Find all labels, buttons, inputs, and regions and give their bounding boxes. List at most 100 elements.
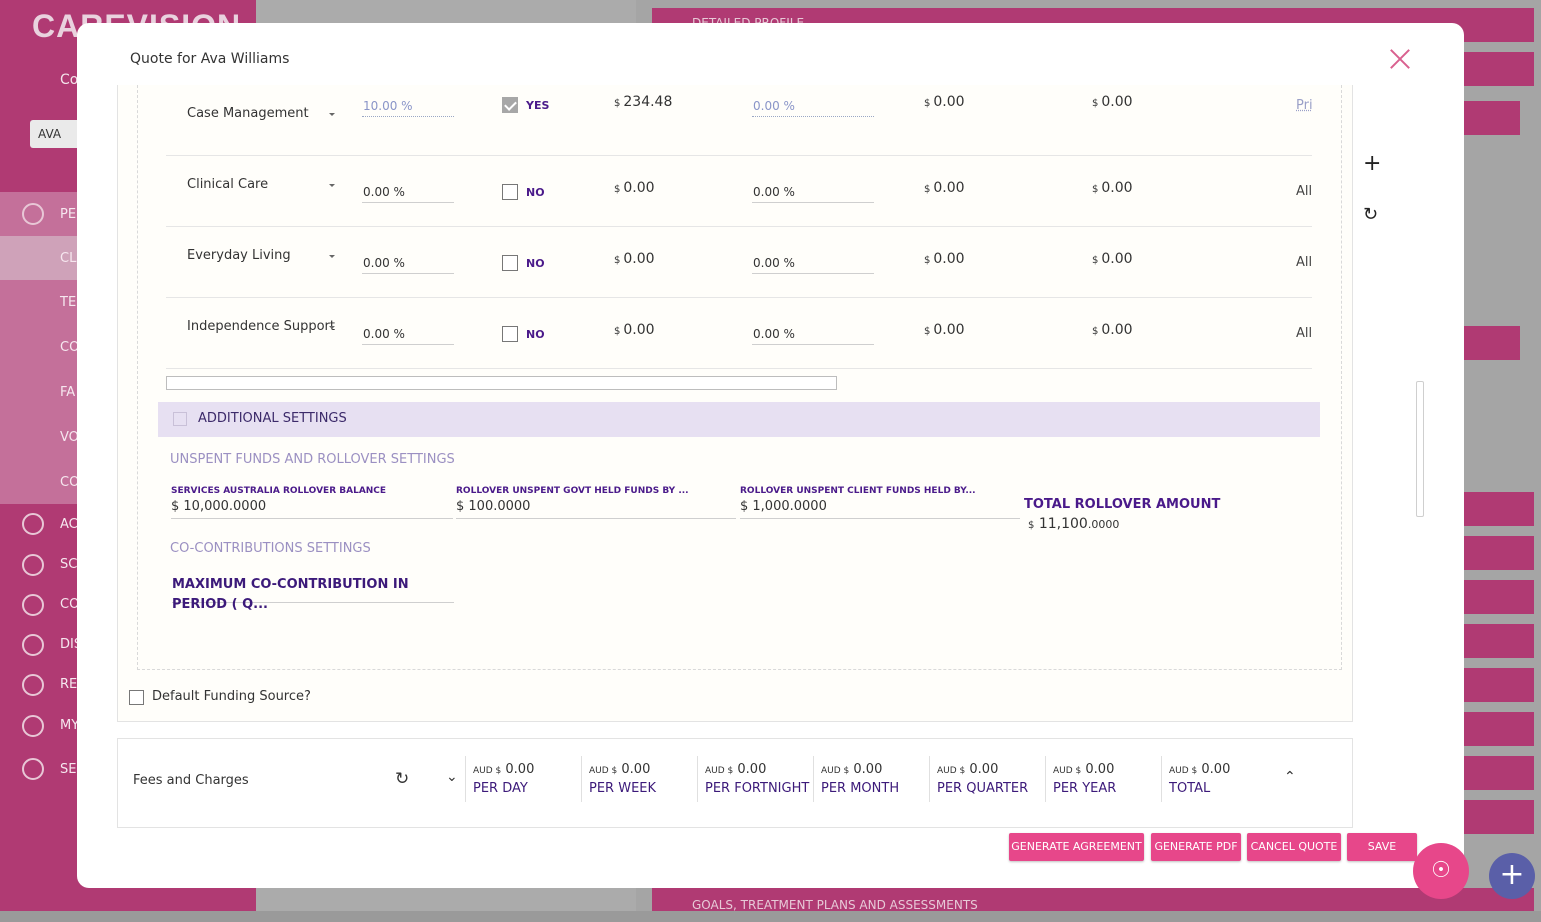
percent-input-2[interactable]: 0.00 % <box>752 95 874 117</box>
amount-number: 0.00 <box>623 322 655 338</box>
amount-value-3: $0.00 <box>1092 94 1133 110</box>
fee-amount: 0.00 <box>853 762 883 777</box>
percent-input-2[interactable]: 0.00 % <box>752 252 874 274</box>
nav-item[interactable]: AC <box>60 517 78 532</box>
fee-amount: 0.00 <box>505 762 535 777</box>
nav-item[interactable]: RE <box>60 677 77 692</box>
amount-number: 0.00 <box>1101 251 1133 267</box>
caret-down-icon[interactable] <box>329 184 335 187</box>
amount-value-3: $0.00 <box>1092 251 1133 267</box>
fees-and-charges-panel: Fees and Charges ↻ ⌄ AUD $ 0.00 PER DAY … <box>117 738 1353 828</box>
percent-input[interactable]: 0.00 % <box>362 252 454 274</box>
fee-per-fortnight: AUD $ 0.00 PER FORTNIGHT <box>697 756 812 802</box>
fee-currency: AUD $ <box>589 766 618 776</box>
fee-per-year: AUD $ 0.00 PER YEAR <box>1045 756 1160 802</box>
applies-to[interactable]: All <box>1296 184 1312 199</box>
total-rollover-decimals: .0000 <box>1087 518 1120 531</box>
nav-item[interactable]: PE <box>60 207 76 222</box>
rollover-client-label: ROLLOVER UNSPENT CLIENT FUNDS HELD BY... <box>740 486 976 496</box>
percent-input[interactable]: 0.00 % <box>362 323 454 345</box>
applies-to[interactable]: All <box>1296 255 1312 270</box>
category-row: Case Management 10.00 % YES $234.48 0.00… <box>166 84 1313 156</box>
background-goals-bar: GOALS, TREATMENT PLANS AND ASSESSMENTS <box>652 888 1534 912</box>
collapse-icon[interactable] <box>173 412 187 426</box>
fee-label: PER MONTH <box>821 781 900 796</box>
fee-currency: AUD $ <box>1169 766 1198 776</box>
include-checkbox[interactable] <box>502 255 518 271</box>
total-rollover-main: 11,100 <box>1038 516 1088 532</box>
lightbulb-icon[interactable]: ☉ <box>1413 843 1469 899</box>
nav-item[interactable]: TE <box>60 295 76 310</box>
modal-title: Quote for Ava Williams <box>130 51 290 67</box>
currency-symbol: $ <box>614 98 621 109</box>
category-name: Clinical Care <box>187 177 269 192</box>
plus-icon[interactable]: + <box>1363 153 1381 175</box>
vertical-scrollbar[interactable] <box>1416 381 1424 517</box>
max-cocontribution-field[interactable]: MAXIMUM CO-CONTRIBUTION IN PERIOD ( Q... <box>172 575 454 612</box>
currency-symbol: $ <box>924 184 931 195</box>
currency-symbol: $ <box>924 326 931 337</box>
generate-pdf-button[interactable]: GENERATE PDF <box>1151 833 1241 861</box>
fee-currency: AUD $ <box>821 766 850 776</box>
nav-item[interactable]: SE <box>60 762 76 777</box>
currency-symbol: $ <box>1028 520 1035 531</box>
amount-number: 0.00 <box>933 251 965 267</box>
currency-symbol: $ <box>924 255 931 266</box>
default-funding-label: Default Funding Source? <box>152 689 311 704</box>
fee-label: PER YEAR <box>1053 781 1117 796</box>
currency-symbol: $ <box>924 98 931 109</box>
currency-symbol: $ <box>1092 184 1099 195</box>
total-rollover-value: $ 11,100.0000 <box>1028 516 1119 532</box>
user-icon <box>22 715 44 737</box>
rollover-client-input[interactable]: $ 1,000.0000 <box>740 497 1020 519</box>
quote-scroll-area[interactable]: Case Management 10.00 % YES $234.48 0.00… <box>117 85 1353 722</box>
caret-down-icon[interactable] <box>329 326 335 329</box>
unspent-funds-title: UNSPENT FUNDS AND ROLLOVER SETTINGS <box>170 452 455 467</box>
heart-icon <box>22 594 44 616</box>
nav-item[interactable]: CL <box>60 251 76 266</box>
default-funding-checkbox[interactable] <box>129 690 144 705</box>
amount-number: 0.00 <box>1101 322 1133 338</box>
nav-item[interactable]: SC <box>60 557 77 572</box>
refresh-icon[interactable]: ↻ <box>395 769 409 789</box>
generate-agreement-button[interactable]: GENERATE AGREEMENT <box>1009 833 1144 861</box>
rollover-balance-input[interactable]: $ 10,000.0000 <box>171 497 453 519</box>
chevron-up-icon[interactable]: ⌃ <box>1284 769 1296 785</box>
caret-down-icon[interactable] <box>329 113 335 116</box>
horizontal-scrollbar[interactable] <box>166 376 837 390</box>
rollover-govt-input[interactable]: $ 100.0000 <box>456 497 736 519</box>
amount-value-2: $0.00 <box>924 180 965 196</box>
quote-modal: Quote for Ava Williams Case Management 1… <box>77 23 1464 888</box>
close-icon[interactable] <box>1389 48 1411 70</box>
applies-to[interactable]: Pri <box>1296 98 1313 113</box>
save-button[interactable]: SAVE <box>1347 833 1417 861</box>
total-rollover-label: TOTAL ROLLOVER AMOUNT <box>1024 497 1221 512</box>
refresh-icon[interactable]: ↻ <box>1363 204 1378 225</box>
amount-value: $0.00 <box>614 180 655 196</box>
amount-number: 234.48 <box>623 94 673 110</box>
currency-symbol: $ <box>614 184 621 195</box>
additional-settings-header[interactable]: ADDITIONAL SETTINGS <box>158 402 1320 437</box>
include-label: NO <box>526 328 545 341</box>
cancel-quote-button[interactable]: CANCEL QUOTE <box>1247 833 1341 861</box>
amount-value: $234.48 <box>614 94 672 110</box>
include-checkbox[interactable] <box>502 326 518 342</box>
caret-down-icon[interactable] <box>329 255 335 258</box>
amount-value-2: $0.00 <box>924 94 965 110</box>
chevron-down-icon[interactable]: ⌄ <box>446 769 458 785</box>
nav-item[interactable]: FA <box>60 385 75 400</box>
percent-input-2[interactable]: 0.00 % <box>752 181 874 203</box>
amount-number: 0.00 <box>933 94 965 110</box>
schedule-icon <box>22 554 44 576</box>
plus-icon[interactable]: + <box>1489 853 1535 899</box>
fees-title: Fees and Charges <box>133 773 249 788</box>
applies-to[interactable]: All <box>1296 326 1312 341</box>
amount-value-3: $0.00 <box>1092 322 1133 338</box>
percent-input[interactable]: 10.00 % <box>362 95 454 117</box>
percent-input-2[interactable]: 0.00 % <box>752 323 874 345</box>
include-checkbox[interactable] <box>502 184 518 200</box>
fee-label: TOTAL <box>1169 781 1211 796</box>
amount-value-3: $0.00 <box>1092 180 1133 196</box>
include-checkbox[interactable] <box>502 97 518 113</box>
percent-input[interactable]: 0.00 % <box>362 181 454 203</box>
